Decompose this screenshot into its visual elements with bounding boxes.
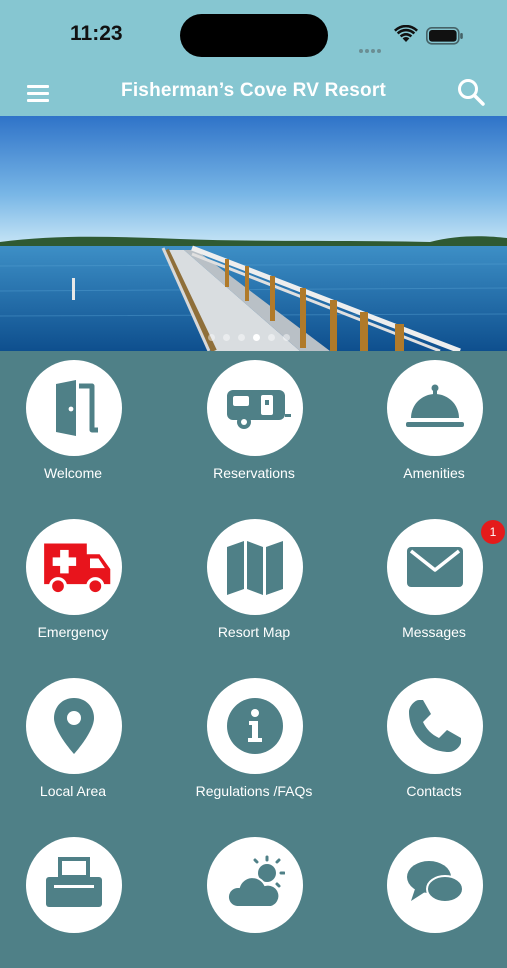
tile-resort-map[interactable]: Resort Map	[169, 510, 339, 650]
unread-badge: 1	[481, 520, 505, 544]
pier-photo	[0, 116, 507, 351]
signal-dots-icon	[359, 40, 387, 53]
hero-carousel[interactable]	[0, 116, 507, 351]
camper-trailer-icon	[227, 390, 291, 429]
weather-icon	[227, 855, 285, 908]
page-title: Fisherman’s Cove RV Resort	[121, 80, 386, 101]
search-icon	[458, 79, 485, 106]
tile-amenities[interactable]: Amenities	[349, 351, 507, 491]
tile-circle	[387, 360, 483, 456]
tile-messages[interactable]: 1 Messages	[349, 510, 507, 650]
tile-circle	[26, 678, 122, 774]
status-time: 11:23	[70, 22, 123, 45]
carousel-dots[interactable]	[208, 328, 298, 341]
service-bell-icon	[406, 384, 464, 427]
fax-printer-icon	[46, 857, 102, 907]
tile-emergency[interactable]: Emergency	[0, 510, 158, 650]
tile-circle	[207, 360, 303, 456]
app-header: Fisherman’s Cove RV Resort	[0, 70, 507, 116]
tile-chat[interactable]	[349, 828, 507, 968]
status-bar: 11:23	[0, 0, 507, 70]
phone-icon	[409, 700, 461, 752]
wifi-icon	[394, 25, 418, 42]
tile-label: Amenities	[403, 465, 465, 481]
envelope-icon	[407, 547, 463, 587]
chat-bubbles-icon	[407, 861, 464, 903]
tile-circle	[387, 519, 483, 615]
tile-circle	[387, 837, 483, 933]
map-icon	[227, 541, 283, 595]
menu-button[interactable]	[26, 81, 52, 105]
tile-circle	[26, 837, 122, 933]
tile-local-area[interactable]: Local Area	[0, 669, 158, 809]
tile-welcome[interactable]: Welcome	[0, 351, 158, 491]
battery-icon	[426, 27, 463, 45]
tile-contacts[interactable]: Contacts	[349, 669, 507, 809]
tile-label: Contacts	[406, 783, 462, 799]
tile-label: Regulations /FAQs	[195, 783, 313, 799]
tile-label: Reservations	[213, 465, 295, 481]
tile-label: Emergency	[37, 624, 109, 640]
tile-fax[interactable]	[0, 828, 158, 968]
tile-grid: Welcome Reservations Amenities Emergency…	[0, 351, 507, 933]
door-icon	[56, 380, 98, 436]
tile-circle	[387, 678, 483, 774]
search-button[interactable]	[456, 77, 486, 107]
ambulance-icon	[44, 543, 111, 596]
tile-label: Local Area	[39, 783, 107, 799]
tile-circle	[207, 519, 303, 615]
tile-circle	[207, 837, 303, 933]
location-pin-icon	[54, 698, 94, 754]
info-icon	[227, 698, 283, 754]
tile-label: Resort Map	[217, 624, 291, 640]
tile-label: Messages	[402, 624, 466, 640]
dynamic-island	[180, 14, 328, 57]
tile-circle	[207, 678, 303, 774]
tile-label: Welcome	[43, 465, 103, 481]
tile-circle	[26, 519, 122, 615]
tile-reservations[interactable]: Reservations	[169, 351, 339, 491]
tile-circle	[26, 360, 122, 456]
tile-regulations-faqs[interactable]: Regulations /FAQs	[169, 669, 339, 809]
tile-weather[interactable]	[169, 828, 339, 968]
